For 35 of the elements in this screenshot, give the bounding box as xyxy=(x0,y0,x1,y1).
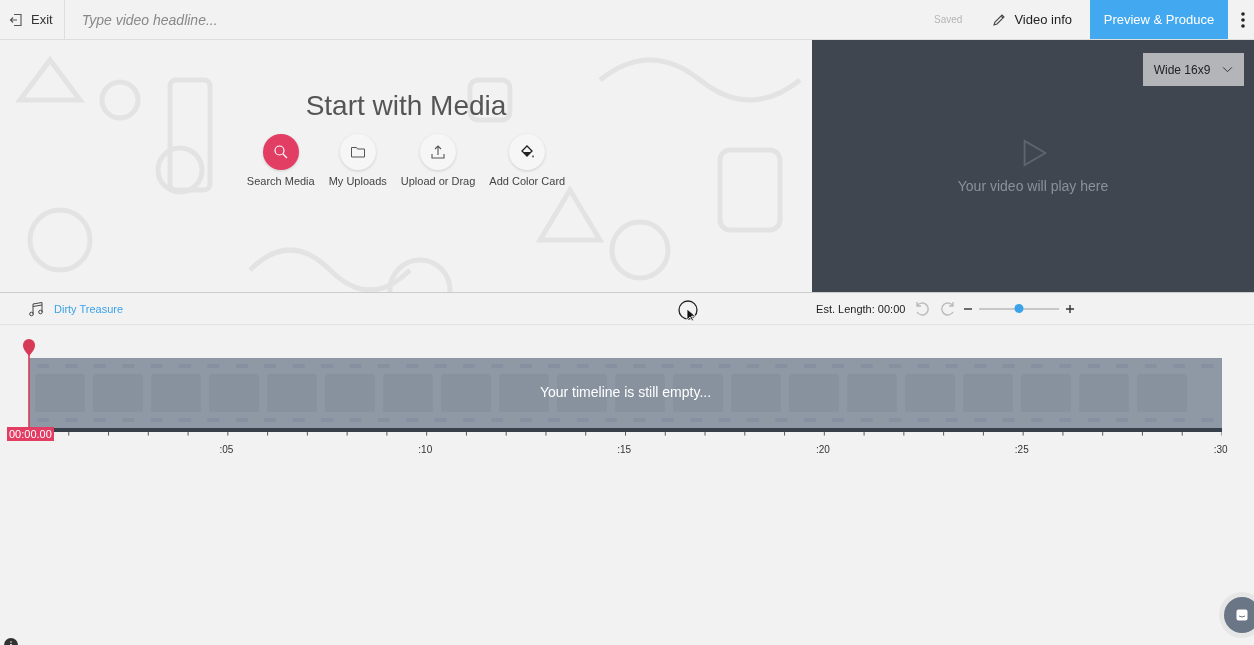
folder-icon xyxy=(349,144,366,160)
video-info-button[interactable]: Video info xyxy=(992,12,1072,27)
chat-icon xyxy=(1234,607,1250,623)
search-icon xyxy=(272,144,289,160)
media-action-button[interactable]: Search Media xyxy=(246,134,315,187)
media-action-button[interactable]: My Uploads xyxy=(328,134,387,187)
aspect-dropdown[interactable]: Wide 16x9 xyxy=(1143,53,1244,86)
preview-message: Your video will play here xyxy=(957,178,1109,194)
tick-label: :20 xyxy=(816,444,830,455)
tick-label: :30 xyxy=(1213,444,1228,455)
pencil-icon xyxy=(992,12,1007,27)
zoom-slider[interactable] xyxy=(979,307,1060,310)
playhead-time: 00:00.00 xyxy=(7,427,54,441)
timeline-empty-message: Your timeline is still empty... xyxy=(538,384,713,400)
more-icon[interactable] xyxy=(1240,9,1246,30)
save-status: Saved xyxy=(934,14,963,25)
headline-field[interactable]: Type video headline... xyxy=(64,4,935,35)
music-note-icon xyxy=(28,300,44,317)
tick-label: :10 xyxy=(418,444,433,455)
tick-label: :15 xyxy=(617,444,632,455)
tick-label: :05 xyxy=(219,444,234,455)
chevron-down-icon xyxy=(1222,66,1234,73)
media-title: Start with Media xyxy=(305,90,507,122)
zoom-in-icon[interactable] xyxy=(1065,303,1076,314)
upload-icon xyxy=(430,144,447,160)
playhead-marker[interactable] xyxy=(22,338,36,428)
media-action-button[interactable]: Upload or Drag xyxy=(400,134,476,187)
play-icon xyxy=(1022,138,1048,168)
tick-label: :25 xyxy=(1014,444,1029,455)
exit-button[interactable]: Exit xyxy=(0,0,65,39)
estimated-length: Est. Length: 00:00 xyxy=(816,302,906,315)
paint-bucket-icon xyxy=(519,144,536,160)
media-action-button[interactable]: Add Color Card xyxy=(489,134,566,187)
zoom-slider-thumb[interactable] xyxy=(1014,303,1024,313)
exit-icon xyxy=(9,12,23,27)
